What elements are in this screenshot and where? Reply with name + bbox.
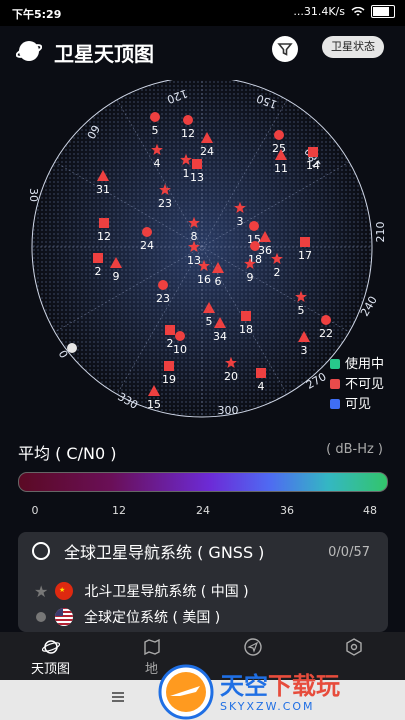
svg-text:★: ★ bbox=[59, 586, 65, 594]
navigation-arrow-icon bbox=[243, 638, 262, 656]
satellite-marker[interactable]: 19 bbox=[162, 361, 176, 386]
satellite-marker[interactable]: 13 bbox=[190, 159, 204, 184]
status-time: 下午5:29 bbox=[12, 8, 62, 21]
satellite-id: 23 bbox=[158, 197, 172, 210]
satellite-id: 14 bbox=[306, 159, 320, 172]
watermark-name: 天空下载玩 bbox=[220, 666, 340, 701]
cn0-tick-label: 24 bbox=[196, 504, 210, 517]
satellite-id: 20 bbox=[224, 370, 238, 383]
cn0-unit: ( dB-Hz ) bbox=[326, 442, 383, 457]
legend-item: 可见 bbox=[330, 397, 371, 412]
page-title: 卫星天顶图 bbox=[54, 42, 154, 66]
satellite-id: 4 bbox=[258, 380, 265, 393]
satellite-id: 13 bbox=[190, 171, 204, 184]
satellite-id: 23 bbox=[156, 292, 170, 305]
azimuth-label: 210 bbox=[374, 222, 387, 243]
azimuth-label: 300 bbox=[218, 404, 239, 417]
satellite-id: 12 bbox=[97, 230, 111, 243]
satellite-id: 9 bbox=[247, 271, 254, 284]
watermark-name-b: 下载玩 bbox=[268, 672, 340, 700]
satellite-id: 15 bbox=[147, 398, 161, 411]
hexagon-settings-icon bbox=[345, 638, 362, 656]
cn0-gradient-bar bbox=[18, 472, 388, 492]
filter-icon bbox=[277, 43, 293, 56]
cn0-tick-label: 0 bbox=[31, 504, 39, 517]
legend-label: 使用中 bbox=[345, 356, 384, 372]
wifi-icon bbox=[351, 6, 365, 16]
satellite-marker[interactable]: 12 bbox=[97, 218, 111, 243]
satellite-id: 1 bbox=[183, 167, 190, 180]
satellite-id: 18 bbox=[239, 323, 253, 336]
system-name: 北斗卫星导航系统 ( 中国 ) bbox=[84, 584, 249, 600]
watermark-name-a: 天空 bbox=[220, 672, 268, 700]
satellite-id: 19 bbox=[162, 373, 176, 386]
sky-plot: 120 15018021024027030033003060 5 122442511… bbox=[27, 80, 387, 418]
satellite-id: 24 bbox=[200, 145, 214, 158]
status-right: ...31.4K/s bbox=[293, 5, 395, 18]
satellite-marker[interactable]: 18 bbox=[239, 311, 253, 336]
watermark-domain: SKYXZW.COM bbox=[220, 700, 315, 713]
satellite-id: 16 bbox=[197, 273, 211, 286]
cn0-tick-label: 48 bbox=[363, 504, 377, 517]
globe-icon bbox=[32, 542, 50, 560]
satellite-marker[interactable] bbox=[67, 343, 77, 353]
satellite-id: 22 bbox=[319, 327, 333, 340]
gnss-title: 全球卫星导航系统 ( GNSS ) bbox=[64, 543, 265, 562]
legend-item: 使用中 bbox=[330, 356, 384, 372]
gnss-header-row[interactable]: 全球卫星导航系统 ( GNSS ) 0/0/57 bbox=[18, 536, 388, 566]
satellite-id: 5 bbox=[152, 124, 159, 137]
map-icon bbox=[143, 638, 160, 656]
usa-flag-icon bbox=[55, 608, 73, 626]
star-icon: ★ bbox=[34, 581, 49, 601]
app-bar: 卫星天顶图 卫星状态 bbox=[0, 26, 405, 74]
battery-icon bbox=[371, 5, 395, 18]
satellite-status-button[interactable]: 卫星状态 bbox=[322, 36, 384, 58]
satellite-id: 11 bbox=[274, 162, 288, 175]
satellite-id: 10 bbox=[173, 343, 187, 356]
satellite-id: 5 bbox=[298, 304, 305, 317]
satellite-marker[interactable]: 14 bbox=[306, 147, 320, 172]
app-logo-icon bbox=[16, 41, 42, 61]
satellite-id: 34 bbox=[213, 330, 227, 343]
legend-item: 不可见 bbox=[330, 377, 384, 392]
system-name: 全球定位系统 ( 美国 ) bbox=[84, 610, 221, 626]
satellite-id: 4 bbox=[154, 157, 161, 170]
satellite-id: 2 bbox=[274, 266, 281, 279]
satellite-id: 6 bbox=[215, 275, 222, 288]
azimuth-label: 30 bbox=[27, 188, 40, 202]
gnss-panel[interactable]: 全球卫星导航系统 ( GNSS ) 0/0/57 ★ ★ 北斗卫星导航系统 ( … bbox=[18, 532, 388, 632]
filter-button[interactable] bbox=[272, 36, 298, 62]
satellite-id: 13 bbox=[187, 254, 201, 267]
dot-icon bbox=[36, 612, 46, 622]
system-row-gps[interactable]: 全球定位系统 ( 美国 ) bbox=[18, 602, 388, 632]
cn0-tick-label: 36 bbox=[280, 504, 294, 517]
network-speed: ...31.4K/s bbox=[293, 5, 345, 18]
legend-label: 可见 bbox=[345, 397, 371, 412]
satellite-id: 36 bbox=[258, 244, 272, 257]
nav-item-skyplot[interactable]: 天顶图 bbox=[0, 632, 101, 680]
china-flag-icon: ★ bbox=[55, 582, 74, 600]
satellite-marker[interactable]: 17 bbox=[298, 237, 312, 262]
satellite-id: 2 bbox=[95, 265, 102, 278]
planet-icon bbox=[41, 640, 60, 654]
satellite-id: 3 bbox=[237, 215, 244, 228]
satellite-id: 3 bbox=[301, 344, 308, 357]
status-bar: 下午5:29 ...31.4K/s bbox=[0, 0, 405, 26]
satellite-id: 12 bbox=[181, 127, 195, 140]
satellite-id: 17 bbox=[298, 249, 312, 262]
satellite-id: 5 bbox=[206, 315, 213, 328]
nav-label: 天顶图 bbox=[30, 662, 70, 677]
menu-icon[interactable] bbox=[112, 692, 124, 702]
satellite-id: 31 bbox=[96, 183, 110, 196]
satellite-id: 24 bbox=[140, 239, 154, 252]
legend-label: 不可见 bbox=[345, 377, 384, 392]
cn0-tick-label: 12 bbox=[112, 504, 126, 517]
gnss-count: 0/0/57 bbox=[328, 545, 370, 560]
satellite-id: 9 bbox=[113, 270, 120, 283]
cn0-title: 平均 ( C/N0 ) bbox=[18, 444, 117, 463]
